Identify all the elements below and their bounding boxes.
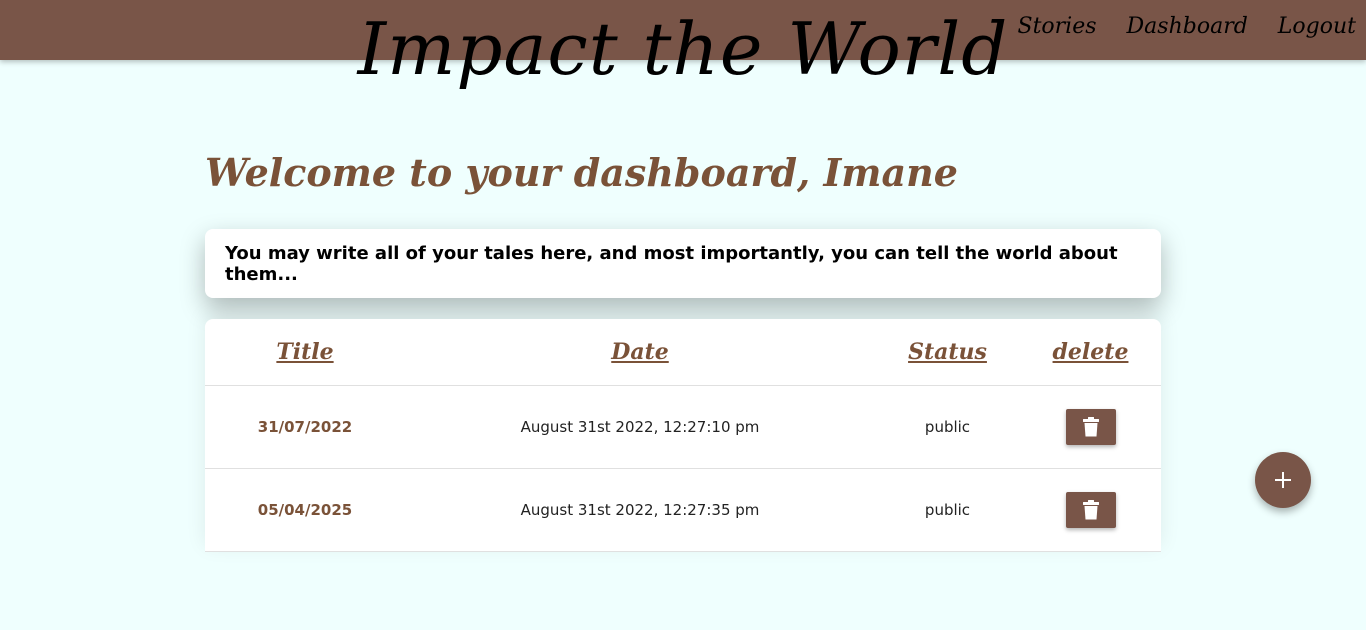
header-status[interactable]: Status: [875, 339, 1020, 365]
table-row: 05/04/2025 August 31st 2022, 12:27:35 pm…: [205, 469, 1161, 552]
table-header-row: Title Date Status delete: [205, 319, 1161, 386]
date-cell: August 31st 2022, 12:27:10 pm: [520, 418, 760, 436]
header-date[interactable]: Date: [405, 339, 875, 365]
table-row: 31/07/2022 August 31st 2022, 12:27:10 pm…: [205, 386, 1161, 469]
brand-title[interactable]: Impact the World: [358, 7, 1009, 91]
stories-table: Title Date Status delete 31/07/2022 Augu…: [205, 319, 1161, 552]
delete-cell: [1020, 492, 1161, 528]
nav-stories-link[interactable]: Stories: [1018, 14, 1097, 39]
story-title-link[interactable]: 31/07/2022: [258, 418, 352, 436]
welcome-heading: Welcome to your dashboard, Imane: [205, 150, 958, 195]
delete-button[interactable]: [1065, 492, 1116, 528]
plus-icon: [1275, 472, 1291, 488]
delete-cell: [1020, 409, 1161, 445]
title-cell: 31/07/2022: [205, 418, 405, 437]
story-title-link[interactable]: 05/04/2025: [258, 501, 352, 519]
nav-dashboard-link[interactable]: Dashboard: [1127, 14, 1248, 39]
status-cell: public: [924, 418, 971, 436]
status-cell: public: [924, 501, 971, 519]
nav-links: Stories Dashboard Logout: [1018, 14, 1357, 39]
nav-logout-link[interactable]: Logout: [1278, 14, 1356, 39]
trash-icon: [1082, 417, 1099, 437]
intro-text: You may write all of your tales here, an…: [225, 242, 1118, 285]
header-title[interactable]: Title: [205, 339, 405, 365]
date-cell: August 31st 2022, 12:27:35 pm: [520, 501, 760, 519]
header-delete[interactable]: delete: [1020, 339, 1161, 365]
delete-button[interactable]: [1065, 409, 1116, 445]
intro-card: You may write all of your tales here, an…: [205, 229, 1161, 298]
title-cell: 05/04/2025: [205, 501, 405, 520]
add-story-button[interactable]: [1255, 452, 1311, 508]
trash-icon: [1082, 500, 1099, 520]
